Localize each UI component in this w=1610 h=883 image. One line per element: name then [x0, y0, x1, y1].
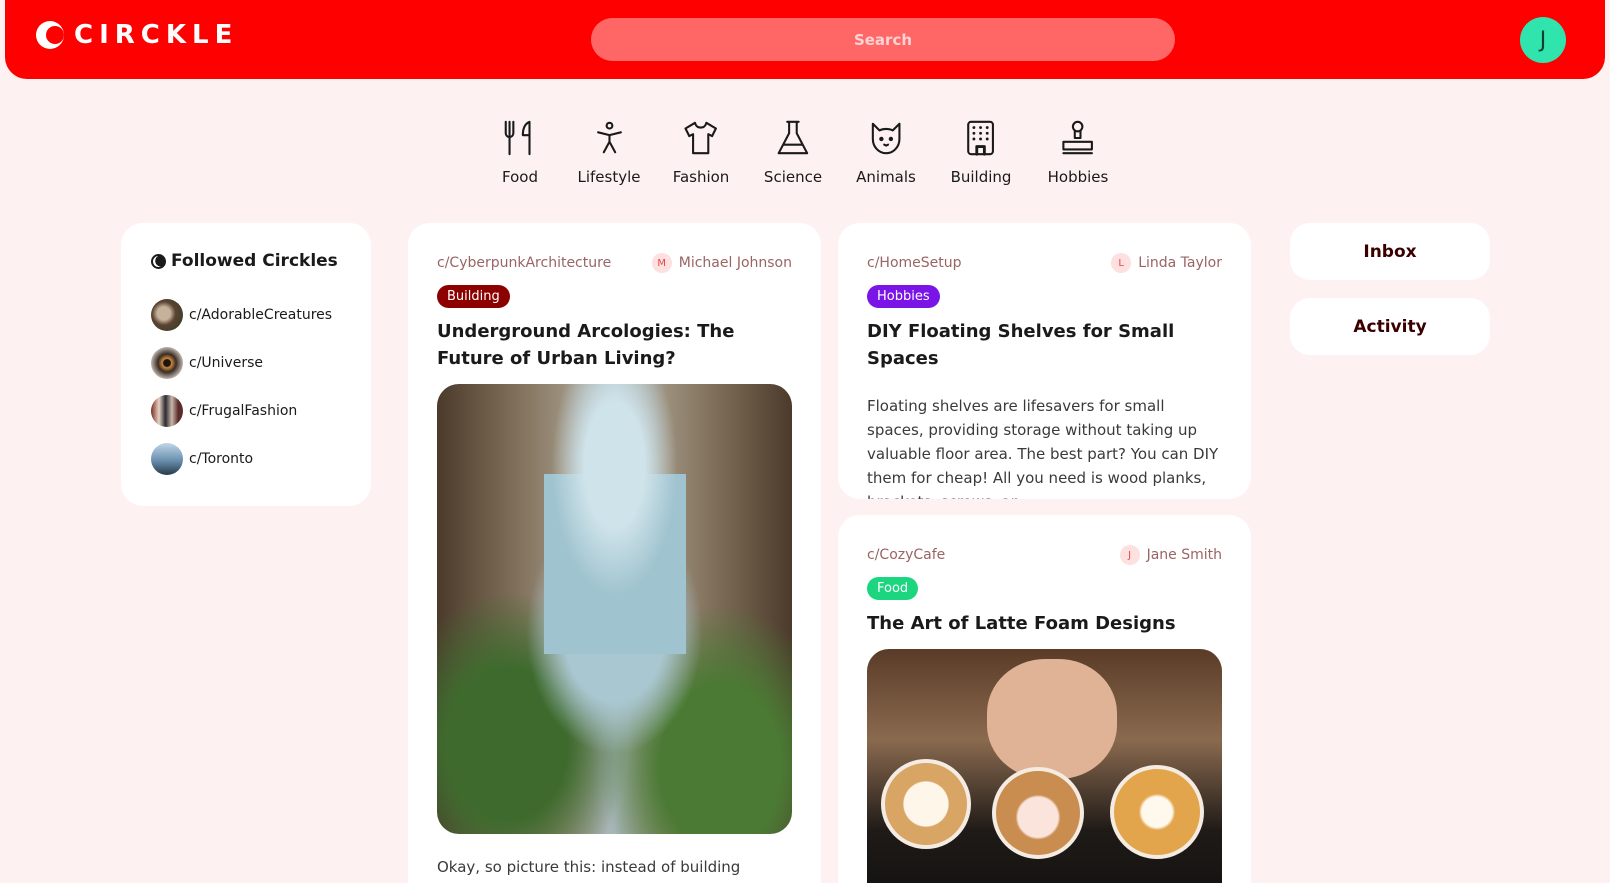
flask-icon: [777, 120, 809, 155]
category-fashion[interactable]: Fashion: [672, 118, 730, 186]
app-name: CIRCKLE: [74, 20, 239, 50]
followed-list: c/AdorableCreatures c/Universe c/FrugalF…: [151, 291, 371, 483]
followed-item-label: c/Universe: [189, 355, 263, 371]
logo[interactable]: CIRCKLE: [36, 20, 238, 50]
circle-avatar: [151, 395, 183, 427]
author-avatar: J: [1119, 545, 1140, 565]
category-animals[interactable]: Animals: [856, 118, 916, 186]
user-avatar[interactable]: J: [1520, 17, 1566, 63]
post-image[interactable]: [437, 384, 792, 834]
circle-avatar: [151, 299, 183, 331]
post-author[interactable]: J Jane Smith: [1119, 545, 1222, 565]
author-name: Michael Johnson: [678, 255, 792, 271]
image-person: [987, 659, 1117, 779]
followed-title: Followed Circkles: [171, 251, 338, 271]
post-card[interactable]: c/CozyCafe J Jane Smith Food The Art of …: [838, 515, 1251, 883]
activity-button[interactable]: Activity: [1290, 298, 1490, 355]
post-author[interactable]: M Michael Johnson: [651, 253, 792, 273]
latte-cup-leaf: [1110, 765, 1204, 859]
followed-item-label: c/Toronto: [189, 451, 254, 467]
post-tag[interactable]: Building: [437, 285, 510, 308]
followed-item-adorablecreatures[interactable]: c/AdorableCreatures: [151, 291, 371, 339]
post-card[interactable]: c/HomeSetup L Linda Taylor Hobbies DIY F…: [838, 223, 1251, 499]
category-label: Science: [763, 168, 823, 186]
category-hobbies[interactable]: Hobbies: [1047, 118, 1109, 186]
author-avatar: M: [651, 253, 672, 273]
post-meta: c/CyberpunkArchitecture M Michael Johnso…: [437, 253, 792, 273]
post-excerpt: Floating shelves are lifesavers for smal…: [867, 397, 1219, 499]
followed-item-label: c/AdorableCreatures: [189, 307, 333, 323]
followed-item-toronto[interactable]: c/Toronto: [151, 435, 371, 483]
circle-avatar: [151, 347, 183, 379]
category-label: Animals: [856, 168, 916, 186]
search-input[interactable]: [591, 18, 1175, 61]
category-food[interactable]: Food: [501, 118, 539, 186]
post-tag[interactable]: Food: [867, 577, 919, 600]
followed-item-universe[interactable]: c/Universe: [151, 339, 371, 387]
author-name: Jane Smith: [1146, 547, 1222, 563]
post-tag[interactable]: Hobbies: [867, 285, 940, 308]
person-icon: [596, 121, 622, 154]
category-bar: Food Lifestyle Fashion Science Animals B…: [0, 118, 1610, 198]
circle-logo-icon: [151, 253, 166, 269]
fork-knife-icon: [504, 120, 531, 156]
post-circle-link[interactable]: c/CozyCafe: [867, 547, 945, 563]
latte-cup-heart: [992, 767, 1084, 859]
followed-title-row: Followed Circkles: [151, 251, 371, 271]
category-label: Lifestyle: [577, 168, 641, 186]
circle-avatar: [151, 443, 183, 475]
followed-item-label: c/FrugalFashion: [189, 403, 298, 419]
building-icon: [967, 120, 995, 156]
shirt-icon: [684, 121, 718, 155]
category-label: Building: [950, 168, 1012, 186]
post-title[interactable]: Underground Arcologies: The Future of Ur…: [437, 318, 792, 372]
post-author[interactable]: L Linda Taylor: [1111, 253, 1222, 273]
post-title[interactable]: The Art of Latte Foam Designs: [867, 610, 1222, 637]
category-label: Hobbies: [1047, 168, 1109, 186]
category-lifestyle[interactable]: Lifestyle: [577, 118, 641, 186]
post-title[interactable]: DIY Floating Shelves for Small Spaces: [867, 318, 1222, 372]
category-label: Food: [502, 168, 538, 186]
latte-cup-heart: [881, 759, 971, 849]
post-image[interactable]: [867, 649, 1222, 883]
post-circle-link[interactable]: c/CyberpunkArchitecture: [437, 255, 611, 271]
post-meta: c/HomeSetup L Linda Taylor: [867, 253, 1222, 273]
category-building[interactable]: Building: [950, 118, 1012, 186]
post-meta: c/CozyCafe J Jane Smith: [867, 545, 1222, 565]
followed-item-frugalfashion[interactable]: c/FrugalFashion: [151, 387, 371, 435]
logo-icon: [36, 21, 64, 49]
top-bar: CIRCKLE J: [5, 0, 1605, 79]
inbox-button[interactable]: Inbox: [1290, 223, 1490, 280]
category-science[interactable]: Science: [764, 118, 822, 186]
post-card[interactable]: c/CyberpunkArchitecture M Michael Johnso…: [408, 223, 821, 883]
author-name: Linda Taylor: [1138, 255, 1222, 271]
cat-icon: [871, 122, 901, 155]
post-circle-link[interactable]: c/HomeSetup: [867, 255, 962, 271]
followed-circles-panel: Followed Circkles c/AdorableCreatures c/…: [121, 223, 371, 506]
author-avatar: L: [1111, 253, 1132, 273]
post-excerpt: Okay, so picture this: instead of buildi…: [437, 858, 741, 876]
stamp-icon: [1062, 120, 1094, 155]
category-label: Fashion: [672, 168, 730, 186]
